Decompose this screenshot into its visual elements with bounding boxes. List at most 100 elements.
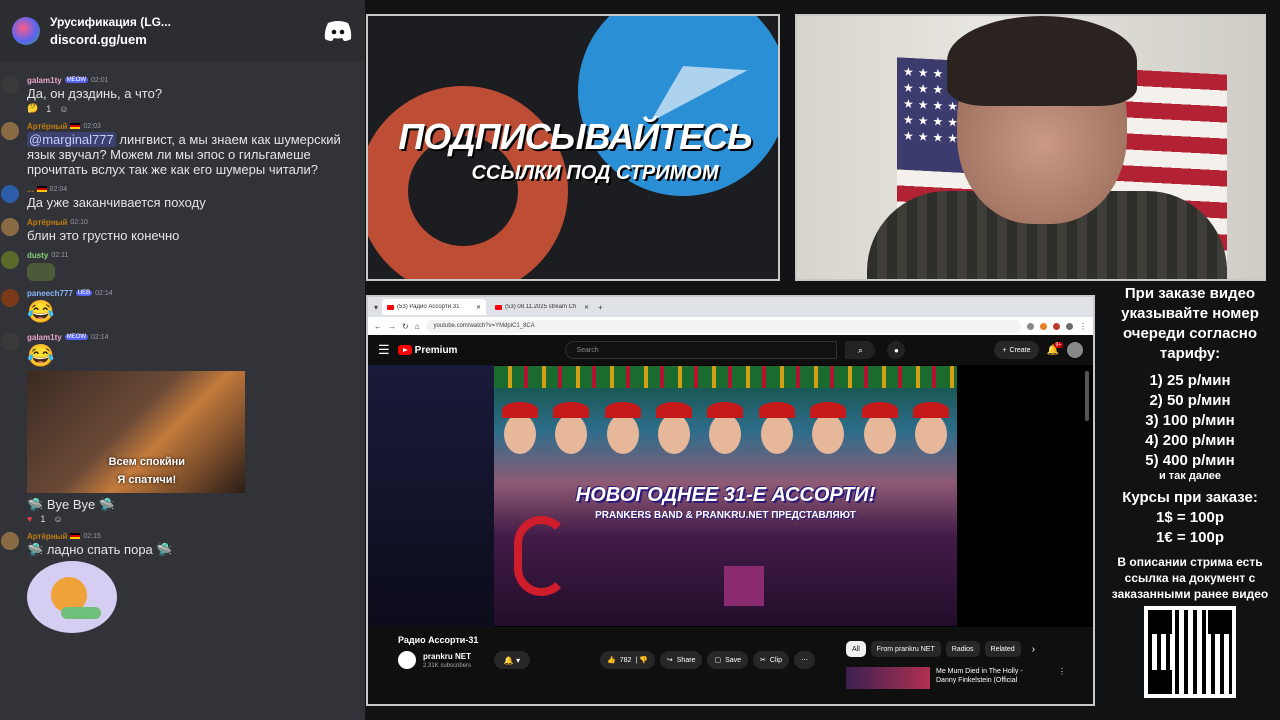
- chat-message: Артёрный 02:10 блин это грустно конечно: [0, 216, 365, 243]
- search-icon[interactable]: ⌕: [845, 341, 876, 359]
- chevron-right-icon[interactable]: ›: [1032, 644, 1035, 655]
- plus-icon: +: [1002, 346, 1007, 354]
- microphone-icon[interactable]: ●: [887, 341, 906, 359]
- scrollbar[interactable]: [1085, 371, 1089, 421]
- avatar[interactable]: [1, 122, 19, 140]
- username[interactable]: Артёрный: [27, 532, 67, 541]
- subscription-bell-button[interactable]: 🔔 ▾: [494, 651, 531, 669]
- extension-icon[interactable]: [1040, 322, 1047, 330]
- video-frame[interactable]: НОВОГОДНЕЕ 31-Е АССОРТИ! PRANKERS BAND &…: [494, 366, 957, 626]
- avatar[interactable]: [1, 333, 19, 351]
- add-reaction-icon[interactable]: ☺: [53, 514, 62, 524]
- notifications-icon[interactable]: 🔔 9+: [1047, 341, 1064, 356]
- browser-menu-icon[interactable]: ⋮: [1079, 322, 1087, 331]
- subscribe-promo: ПОДПИСЫВАЙТЕСЬ ССЫЛКИ ПОД СТРИМОМ: [366, 14, 780, 281]
- avatar[interactable]: [1, 218, 19, 236]
- tariff-item: 1) 25 р/мин: [1149, 372, 1231, 389]
- youtube-logo[interactable]: Premium: [397, 344, 458, 356]
- message-text: Да уже заканчивается походу: [27, 195, 206, 210]
- username[interactable]: galam1ty: [27, 76, 62, 85]
- thinking-emoji-icon[interactable]: 🤔: [27, 103, 38, 114]
- user-mention[interactable]: @marginal777: [27, 132, 116, 147]
- tariff-item: 2) 50 р/мин: [1149, 392, 1231, 409]
- garland-decoration: [494, 366, 957, 388]
- chat-header: Урусификация (LG... discord.gg/uem: [0, 0, 365, 62]
- recommended-thumbnail[interactable]: [846, 667, 930, 689]
- profile-icon[interactable]: [1066, 322, 1073, 330]
- share-button[interactable]: ↪ Share: [659, 651, 703, 669]
- extension-icon[interactable]: [1027, 322, 1034, 330]
- tab-close-icon[interactable]: ✕: [584, 304, 589, 311]
- reaction-bar: ♥ 1 ☺: [27, 514, 365, 524]
- username[interactable]: paneech777: [27, 289, 73, 298]
- channel-avatar[interactable]: [398, 651, 416, 669]
- timestamp: 02:10: [70, 218, 88, 226]
- message-text: 🛸 ладно спать пора 🛸: [27, 542, 173, 557]
- server-invite-link[interactable]: discord.gg/uem: [50, 32, 313, 47]
- thumbs-down-icon[interactable]: | 👎: [635, 656, 647, 664]
- stream-layout: Урусификация (LG... discord.gg/uem galam…: [0, 0, 1280, 720]
- chip-related[interactable]: Related: [984, 641, 1021, 657]
- extension-icon[interactable]: [1053, 322, 1060, 330]
- bookmark-icon: ▢: [714, 657, 722, 664]
- username[interactable]: galam1ty: [27, 333, 62, 342]
- add-reaction-icon[interactable]: ☺: [59, 104, 68, 114]
- telephone-icon: [514, 516, 569, 596]
- search-input[interactable]: Search: [565, 341, 838, 359]
- video-overlay-title: НОВОГОДНЕЕ 31-Е АССОРТИ!: [575, 484, 876, 506]
- save-button[interactable]: ▢ Save: [707, 651, 749, 669]
- chip-radios[interactable]: Radios: [945, 641, 980, 657]
- heart-emoji-icon[interactable]: ♥: [27, 514, 32, 524]
- role-badge: MEOW: [64, 77, 89, 83]
- create-button[interactable]: + Create: [994, 341, 1039, 359]
- url-input[interactable]: youtube.com/watch?v=YMdpiC1_8CA: [425, 319, 1021, 333]
- recommended-video[interactable]: Me Mum Died in The Holly - Danny Finkels…: [846, 667, 1066, 689]
- chip-all[interactable]: All: [846, 641, 866, 657]
- timestamp: 02:04: [49, 185, 68, 193]
- tariff-item: 5) 400 р/мин: [1145, 452, 1235, 469]
- flag-icon: [70, 123, 81, 129]
- back-icon[interactable]: ←: [374, 322, 382, 331]
- avatar[interactable]: [1, 185, 19, 203]
- like-button[interactable]: 👍 782 | 👎: [600, 651, 655, 669]
- video-actions: 👍 782 | 👎 ↪ Share ▢ Save ✂ Clip ⋯: [600, 651, 815, 669]
- avatar[interactable]: [1067, 342, 1083, 358]
- username[interactable]: Артёрный: [27, 218, 67, 227]
- chip-from-channel[interactable]: From prankru NET: [870, 641, 941, 657]
- channel-name[interactable]: prankru NET: [423, 652, 471, 661]
- new-tab-icon[interactable]: +: [598, 303, 603, 312]
- avatar[interactable]: [1, 251, 19, 269]
- username[interactable]: ...: [27, 185, 34, 194]
- message-text: 🛸 Bye Bye 🛸: [27, 497, 116, 512]
- timestamp: 02:15: [83, 532, 101, 540]
- avatar[interactable]: [1, 532, 19, 550]
- reaction-count: 1: [40, 514, 46, 524]
- tab-close-icon[interactable]: ✕: [476, 304, 481, 311]
- tab-list-icon[interactable]: ▾: [374, 303, 378, 312]
- server-icon: [12, 17, 40, 45]
- browser-tab-active[interactable]: (53) Радио Ассорти 31 ✕: [382, 299, 487, 315]
- home-icon[interactable]: ⌂: [415, 322, 420, 331]
- menu-icon[interactable]: ☰: [378, 342, 390, 358]
- youtube-brand: Premium: [414, 344, 458, 356]
- video-player[interactable]: НОВОГОДНЕЕ 31-Е АССОРТИ! PRANKERS BAND &…: [368, 365, 1093, 627]
- browser-tab[interactable]: (53) 08.11.2025 stream Ch ✕: [490, 299, 594, 315]
- flag-icon: [70, 533, 81, 539]
- video-attachment[interactable]: Всем спокйни Я спатичи!: [27, 371, 245, 493]
- avatar[interactable]: [1, 289, 19, 307]
- clip-button[interactable]: ✂ Clip: [753, 651, 789, 669]
- video-info: Радио Ассорти-31 prankru NET 2.31K subsc…: [368, 627, 1093, 700]
- server-info: Урусификация (LG... discord.gg/uem: [50, 15, 313, 47]
- recommended-title[interactable]: Me Mum Died in The Holly - Danny Finkels…: [936, 667, 1046, 689]
- more-actions-button[interactable]: ⋯: [793, 651, 815, 669]
- username[interactable]: Артёрный: [27, 122, 67, 131]
- username[interactable]: dusty: [27, 251, 48, 260]
- browser-window: ▾ (53) Радио Ассорти 31 ✕ (53) 08.11.202…: [366, 295, 1095, 706]
- more-options-icon[interactable]: ⋮: [1058, 667, 1066, 689]
- tariff-more: и так далее: [1158, 470, 1222, 482]
- reload-icon[interactable]: ↻: [402, 322, 409, 331]
- tariff-list: 1) 25 р/мин 2) 50 р/мин 3) 100 р/мин 4) …: [1100, 371, 1280, 471]
- exchange-rate: 1€ = 100р: [1156, 529, 1224, 546]
- avatar[interactable]: [1, 76, 19, 94]
- forward-icon[interactable]: →: [388, 322, 396, 331]
